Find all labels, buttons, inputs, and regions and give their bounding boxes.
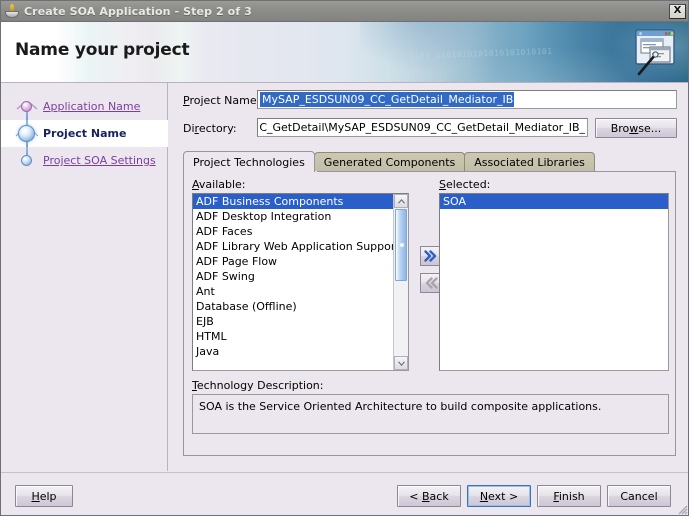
- chevron-up-icon[interactable]: [394, 194, 408, 208]
- list-item[interactable]: Database (Offline): [193, 299, 395, 314]
- finish-button[interactable]: Finish: [537, 485, 601, 507]
- available-technologies-list[interactable]: ADF Business Components ADF Desktop Inte…: [192, 193, 409, 371]
- double-chevron-left-icon: [425, 277, 438, 289]
- list-item[interactable]: ADF Swing: [193, 269, 395, 284]
- sidebar-item-project-soa-settings[interactable]: Project SOA Settings: [1, 147, 168, 174]
- project-name-input[interactable]: MySAP_ESDSUN09_CC_GetDetail_Mediator_IB: [257, 90, 677, 109]
- directory-input[interactable]: _CC_GetDetail\MySAP_ESDSUN09_CC_GetDetai…: [257, 118, 588, 137]
- create-soa-application-dialog: Create SOA Application - Step 2 of 3 X 0…: [0, 0, 689, 516]
- directory-value: _CC_GetDetail\MySAP_ESDSUN09_CC_GetDetai…: [260, 121, 585, 134]
- sidebar-item-label: Application Name: [43, 100, 141, 113]
- resize-grip-icon[interactable]: [675, 502, 688, 515]
- scrollbar-grip: [400, 243, 404, 247]
- wizard-main-panel: Project Name: MySAP_ESDSUN09_CC_GetDetai…: [169, 83, 688, 471]
- browse-button-label: Browse...: [610, 121, 662, 135]
- technology-description-label: Technology Description:: [192, 379, 324, 392]
- window-wand-icon: [635, 29, 675, 76]
- list-item[interactable]: ADF Library Web Application Support: [193, 239, 395, 254]
- project-name-value: MySAP_ESDSUN09_CC_GetDetail_Mediator_IB: [260, 92, 515, 107]
- tab-generated-components[interactable]: Generated Components: [313, 152, 466, 172]
- window-titlebar: Create SOA Application - Step 2 of 3 X: [1, 1, 688, 22]
- list-item[interactable]: Java: [193, 344, 395, 359]
- step-node-pending-icon: [15, 147, 39, 174]
- cancel-button[interactable]: Cancel: [607, 485, 671, 507]
- close-icon[interactable]: X: [669, 3, 686, 19]
- help-button[interactable]: Help: [15, 485, 73, 507]
- finish-button-label: Finish: [553, 489, 585, 503]
- step-node-active-icon: [15, 120, 39, 147]
- cancel-button-label: Cancel: [620, 489, 658, 503]
- tab-label: Project Technologies: [193, 155, 305, 169]
- project-name-label: Project Name:: [183, 94, 261, 107]
- wizard-step-sidebar: Application Name Project Name Project SO…: [1, 83, 168, 471]
- selected-label: Selected:: [439, 178, 491, 191]
- tab-label: Generated Components: [323, 156, 456, 169]
- sidebar-item-project-name[interactable]: Project Name: [1, 120, 168, 147]
- technology-description-text: SOA is the Service Oriented Architecture…: [199, 400, 602, 413]
- directory-label: Directory:: [183, 122, 237, 135]
- next-button[interactable]: Next >: [467, 485, 531, 507]
- back-button-label: < Back: [409, 489, 449, 503]
- chevron-down-icon[interactable]: [394, 356, 408, 370]
- available-label: Available:: [192, 178, 246, 191]
- list-item[interactable]: Ant: [193, 284, 395, 299]
- sidebar-item-application-name[interactable]: Application Name: [1, 93, 168, 120]
- wizard-banner: 0101 1101010101010101010101 Name your pr…: [1, 22, 688, 83]
- back-button[interactable]: < Back: [397, 485, 461, 507]
- browse-button[interactable]: Browse...: [595, 118, 677, 138]
- java-app-icon: [4, 3, 20, 19]
- step-list: Application Name Project Name Project SO…: [1, 93, 168, 174]
- scrollbar-thumb[interactable]: [395, 209, 407, 281]
- tab-label: Associated Libraries: [474, 156, 585, 169]
- list-item[interactable]: ADF Desktop Integration: [193, 209, 395, 224]
- technology-description-box: SOA is the Service Oriented Architecture…: [192, 394, 669, 434]
- list-item[interactable]: ADF Faces: [193, 224, 395, 239]
- technology-tabs: Project Technologies Generated Component…: [183, 151, 676, 172]
- window-title: Create SOA Application - Step 2 of 3: [24, 4, 252, 18]
- list-item[interactable]: HTML: [193, 329, 395, 344]
- step-node-done-icon: [15, 93, 39, 120]
- list-item[interactable]: ADF Page Flow: [193, 254, 395, 269]
- available-list-scrollbar[interactable]: [393, 194, 408, 370]
- list-item[interactable]: EJB: [193, 314, 395, 329]
- next-button-label: Next >: [479, 489, 519, 503]
- directory-row: Directory:: [183, 119, 237, 138]
- selected-technologies-list[interactable]: SOA: [439, 193, 669, 371]
- tab-project-technologies[interactable]: Project Technologies: [183, 151, 315, 172]
- project-technologies-panel: Available: Selected: ADF Business Compon…: [183, 171, 676, 456]
- sidebar-item-label: Project Name: [43, 127, 127, 140]
- double-chevron-right-icon: [424, 250, 437, 262]
- help-button-label: Help: [31, 489, 57, 503]
- sidebar-item-label: Project SOA Settings: [43, 154, 156, 167]
- available-list-items: ADF Business Components ADF Desktop Inte…: [193, 194, 395, 359]
- tab-associated-libraries[interactable]: Associated Libraries: [464, 152, 595, 172]
- list-item[interactable]: ADF Business Components: [193, 194, 395, 209]
- list-item[interactable]: SOA: [440, 194, 668, 209]
- page-title: Name your project: [15, 40, 190, 60]
- dialog-footer: Help < Back Next > Finish Cancel: [1, 472, 688, 515]
- project-name-row: Project Name:: [183, 91, 260, 110]
